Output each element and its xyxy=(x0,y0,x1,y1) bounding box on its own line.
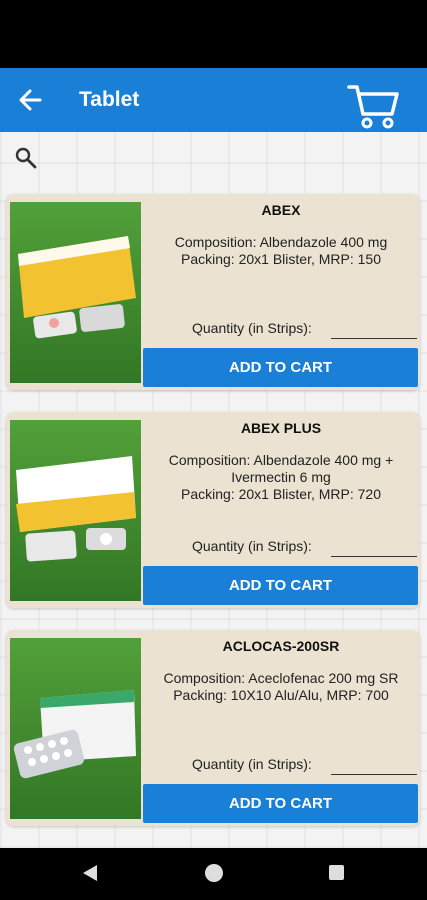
product-packing: Packing: 20x1 Blister, MRP: 150 xyxy=(181,251,381,267)
product-composition: Composition: Albendazole 400 mg xyxy=(174,234,388,250)
system-nav-bar xyxy=(0,848,427,900)
app-bar: Tablet xyxy=(0,68,427,132)
arrow-left-icon xyxy=(19,89,42,111)
product-composition-cont: Ivermectin 6 mg xyxy=(231,469,331,485)
quantity-label: Quantity (in Strips): xyxy=(192,756,312,772)
quantity-input[interactable] xyxy=(331,532,417,557)
nav-home-icon[interactable] xyxy=(205,864,223,882)
product-details: Composition: Aceclofenac 200 mg SR Packi… xyxy=(146,670,416,704)
add-to-cart-button[interactable]: ADD TO CART xyxy=(143,784,418,823)
back-button[interactable] xyxy=(14,86,48,114)
quantity-label: Quantity (in Strips): xyxy=(192,538,312,554)
product-packing: Packing: 10X10 Alu/Alu, MRP: 700 xyxy=(173,687,389,703)
quantity-input[interactable] xyxy=(331,750,417,775)
product-composition: Composition: Albendazole 400 mg + xyxy=(168,452,394,468)
quantity-input[interactable] xyxy=(331,314,417,339)
nav-recents-icon[interactable] xyxy=(329,865,344,880)
product-details: Composition: Albendazole 400 mg + Iverme… xyxy=(146,452,416,503)
add-to-cart-button[interactable]: ADD TO CART xyxy=(143,566,418,605)
product-packing: Packing: 20x1 Blister, MRP: 720 xyxy=(181,486,381,502)
product-name: ABEX xyxy=(261,202,301,218)
product-composition: Composition: Aceclofenac 200 mg SR xyxy=(163,670,399,686)
page-title: Tablet xyxy=(79,88,140,111)
product-list[interactable]: ABEX Composition: Albendazole 400 mg Pac… xyxy=(0,132,427,848)
quantity-label: Quantity (in Strips): xyxy=(192,320,312,336)
product-details: Composition: Albendazole 400 mg Packing:… xyxy=(146,234,416,268)
product-name: ABEX PLUS xyxy=(240,420,322,436)
product-name: ACLOCAS-200SR xyxy=(222,638,340,654)
product-card: ACLOCAS-200SR Composition: Aceclofenac 2… xyxy=(6,630,420,826)
product-image xyxy=(10,638,141,819)
status-bar xyxy=(0,0,427,68)
shopping-cart-icon xyxy=(347,85,399,129)
product-card: ABEX PLUS Composition: Albendazole 400 m… xyxy=(6,412,420,608)
product-image xyxy=(10,202,141,383)
product-image xyxy=(10,420,141,601)
add-to-cart-button[interactable]: ADD TO CART xyxy=(143,348,418,387)
product-card: ABEX Composition: Albendazole 400 mg Pac… xyxy=(6,194,420,390)
cart-button[interactable] xyxy=(346,82,402,130)
search-icon xyxy=(15,147,37,169)
nav-back-icon[interactable] xyxy=(82,864,98,882)
search-button[interactable] xyxy=(14,146,38,170)
